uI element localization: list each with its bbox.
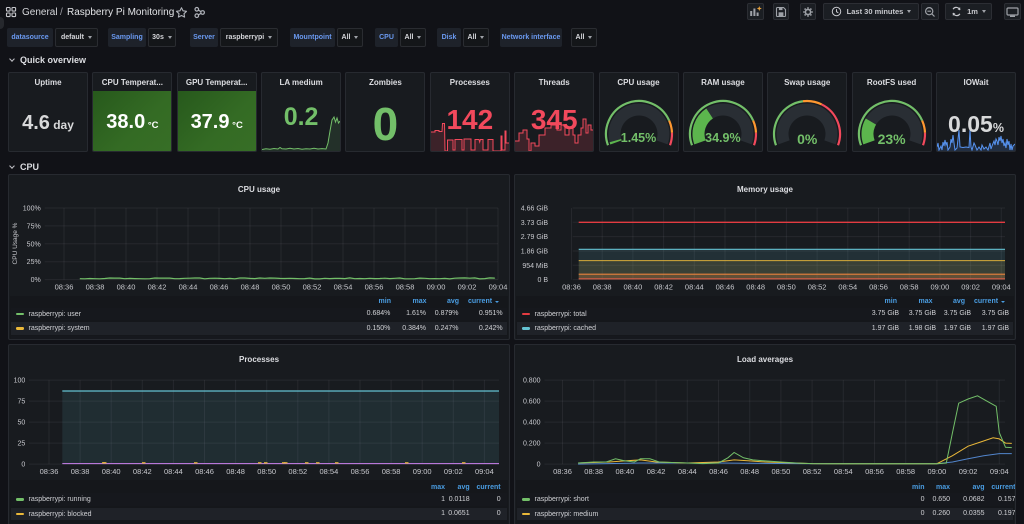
svg-text:3.73 GiB: 3.73 GiB: [521, 220, 549, 227]
svg-text:09:04: 09:04: [990, 467, 1009, 476]
svg-text:50: 50: [18, 420, 26, 427]
svg-text:08:36: 08:36: [562, 283, 581, 292]
svg-text:08:46: 08:46: [210, 283, 229, 292]
svg-text:08:58: 08:58: [900, 283, 919, 292]
svg-text:08:38: 08:38: [86, 283, 105, 292]
svg-text:100: 100: [14, 378, 26, 385]
svg-text:100%: 100%: [23, 206, 41, 213]
svg-text:08:36: 08:36: [553, 467, 572, 476]
svg-text:08:38: 08:38: [71, 467, 90, 476]
svg-text:08:52: 08:52: [288, 467, 307, 476]
svg-text:08:52: 08:52: [303, 283, 322, 292]
svg-text:08:48: 08:48: [226, 467, 245, 476]
svg-text:08:54: 08:54: [320, 467, 339, 476]
svg-text:08:46: 08:46: [195, 467, 214, 476]
svg-text:08:58: 08:58: [896, 467, 915, 476]
svg-text:2.79 GiB: 2.79 GiB: [521, 234, 549, 241]
svg-text:08:38: 08:38: [584, 467, 603, 476]
svg-text:08:56: 08:56: [865, 467, 884, 476]
svg-text:08:44: 08:44: [179, 283, 198, 292]
svg-text:08:54: 08:54: [834, 467, 853, 476]
svg-text:0.400: 0.400: [523, 420, 541, 427]
svg-text:1.86 GiB: 1.86 GiB: [521, 249, 549, 256]
svg-text:08:44: 08:44: [678, 467, 697, 476]
svg-text:08:54: 08:54: [838, 283, 857, 292]
svg-text:09:00: 09:00: [427, 283, 446, 292]
svg-text:09:04: 09:04: [489, 283, 508, 292]
svg-text:08:50: 08:50: [777, 283, 796, 292]
svg-text:08:42: 08:42: [133, 467, 152, 476]
svg-text:09:00: 09:00: [928, 467, 947, 476]
svg-text:954 MiB: 954 MiB: [522, 263, 548, 270]
svg-text:08:56: 08:56: [365, 283, 384, 292]
svg-text:08:56: 08:56: [869, 283, 888, 292]
svg-text:08:56: 08:56: [351, 467, 370, 476]
svg-text:08:36: 08:36: [55, 283, 74, 292]
svg-text:0%: 0%: [31, 277, 41, 284]
svg-text:25: 25: [18, 441, 26, 448]
svg-text:08:40: 08:40: [102, 467, 121, 476]
svg-text:Raspberry Pi Monitoring: Raspberry Pi Monitoring: [67, 7, 174, 18]
svg-text:08:40: 08:40: [624, 283, 643, 292]
svg-text:25%: 25%: [27, 259, 41, 266]
svg-text:08:48: 08:48: [746, 283, 765, 292]
svg-text:08:36: 08:36: [40, 467, 59, 476]
svg-text:09:00: 09:00: [931, 283, 950, 292]
svg-text:08:58: 08:58: [382, 467, 401, 476]
svg-text:75: 75: [18, 399, 26, 406]
svg-text:0.800: 0.800: [523, 378, 541, 385]
svg-text:09:04: 09:04: [475, 467, 494, 476]
svg-text:CPU Usage %: CPU Usage %: [12, 222, 19, 264]
svg-text:08:52: 08:52: [803, 467, 822, 476]
svg-text:09:02: 09:02: [959, 467, 978, 476]
svg-text:09:02: 09:02: [961, 283, 980, 292]
svg-text:50%: 50%: [27, 241, 41, 248]
svg-text:08:48: 08:48: [740, 467, 759, 476]
svg-text:75%: 75%: [27, 223, 41, 230]
svg-text:08:48: 08:48: [241, 283, 260, 292]
svg-text:08:58: 08:58: [396, 283, 415, 292]
svg-text:09:00: 09:00: [413, 467, 432, 476]
svg-text:09:02: 09:02: [458, 283, 477, 292]
svg-text:08:50: 08:50: [772, 467, 791, 476]
svg-text:0 B: 0 B: [537, 277, 548, 284]
svg-text:08:38: 08:38: [593, 283, 612, 292]
svg-text:General: General: [22, 7, 58, 18]
svg-text:/: /: [60, 7, 63, 18]
svg-text:09:02: 09:02: [444, 467, 463, 476]
svg-text:08:52: 08:52: [808, 283, 827, 292]
svg-text:08:42: 08:42: [654, 283, 673, 292]
svg-text:08:54: 08:54: [334, 283, 353, 292]
svg-text:08:44: 08:44: [685, 283, 704, 292]
svg-text:08:42: 08:42: [148, 283, 167, 292]
svg-text:4.66 GiB: 4.66 GiB: [521, 206, 549, 213]
svg-text:0: 0: [537, 462, 541, 469]
svg-text:08:46: 08:46: [716, 283, 735, 292]
svg-text:08:50: 08:50: [272, 283, 291, 292]
svg-text:08:46: 08:46: [709, 467, 728, 476]
svg-text:0.200: 0.200: [523, 441, 541, 448]
svg-text:0: 0: [21, 462, 25, 469]
svg-text:09:04: 09:04: [992, 283, 1011, 292]
svg-text:08:42: 08:42: [647, 467, 666, 476]
svg-text:08:44: 08:44: [164, 467, 183, 476]
svg-text:08:40: 08:40: [117, 283, 136, 292]
svg-text:0.600: 0.600: [523, 399, 541, 406]
svg-text:08:40: 08:40: [616, 467, 635, 476]
svg-text:08:50: 08:50: [257, 467, 276, 476]
